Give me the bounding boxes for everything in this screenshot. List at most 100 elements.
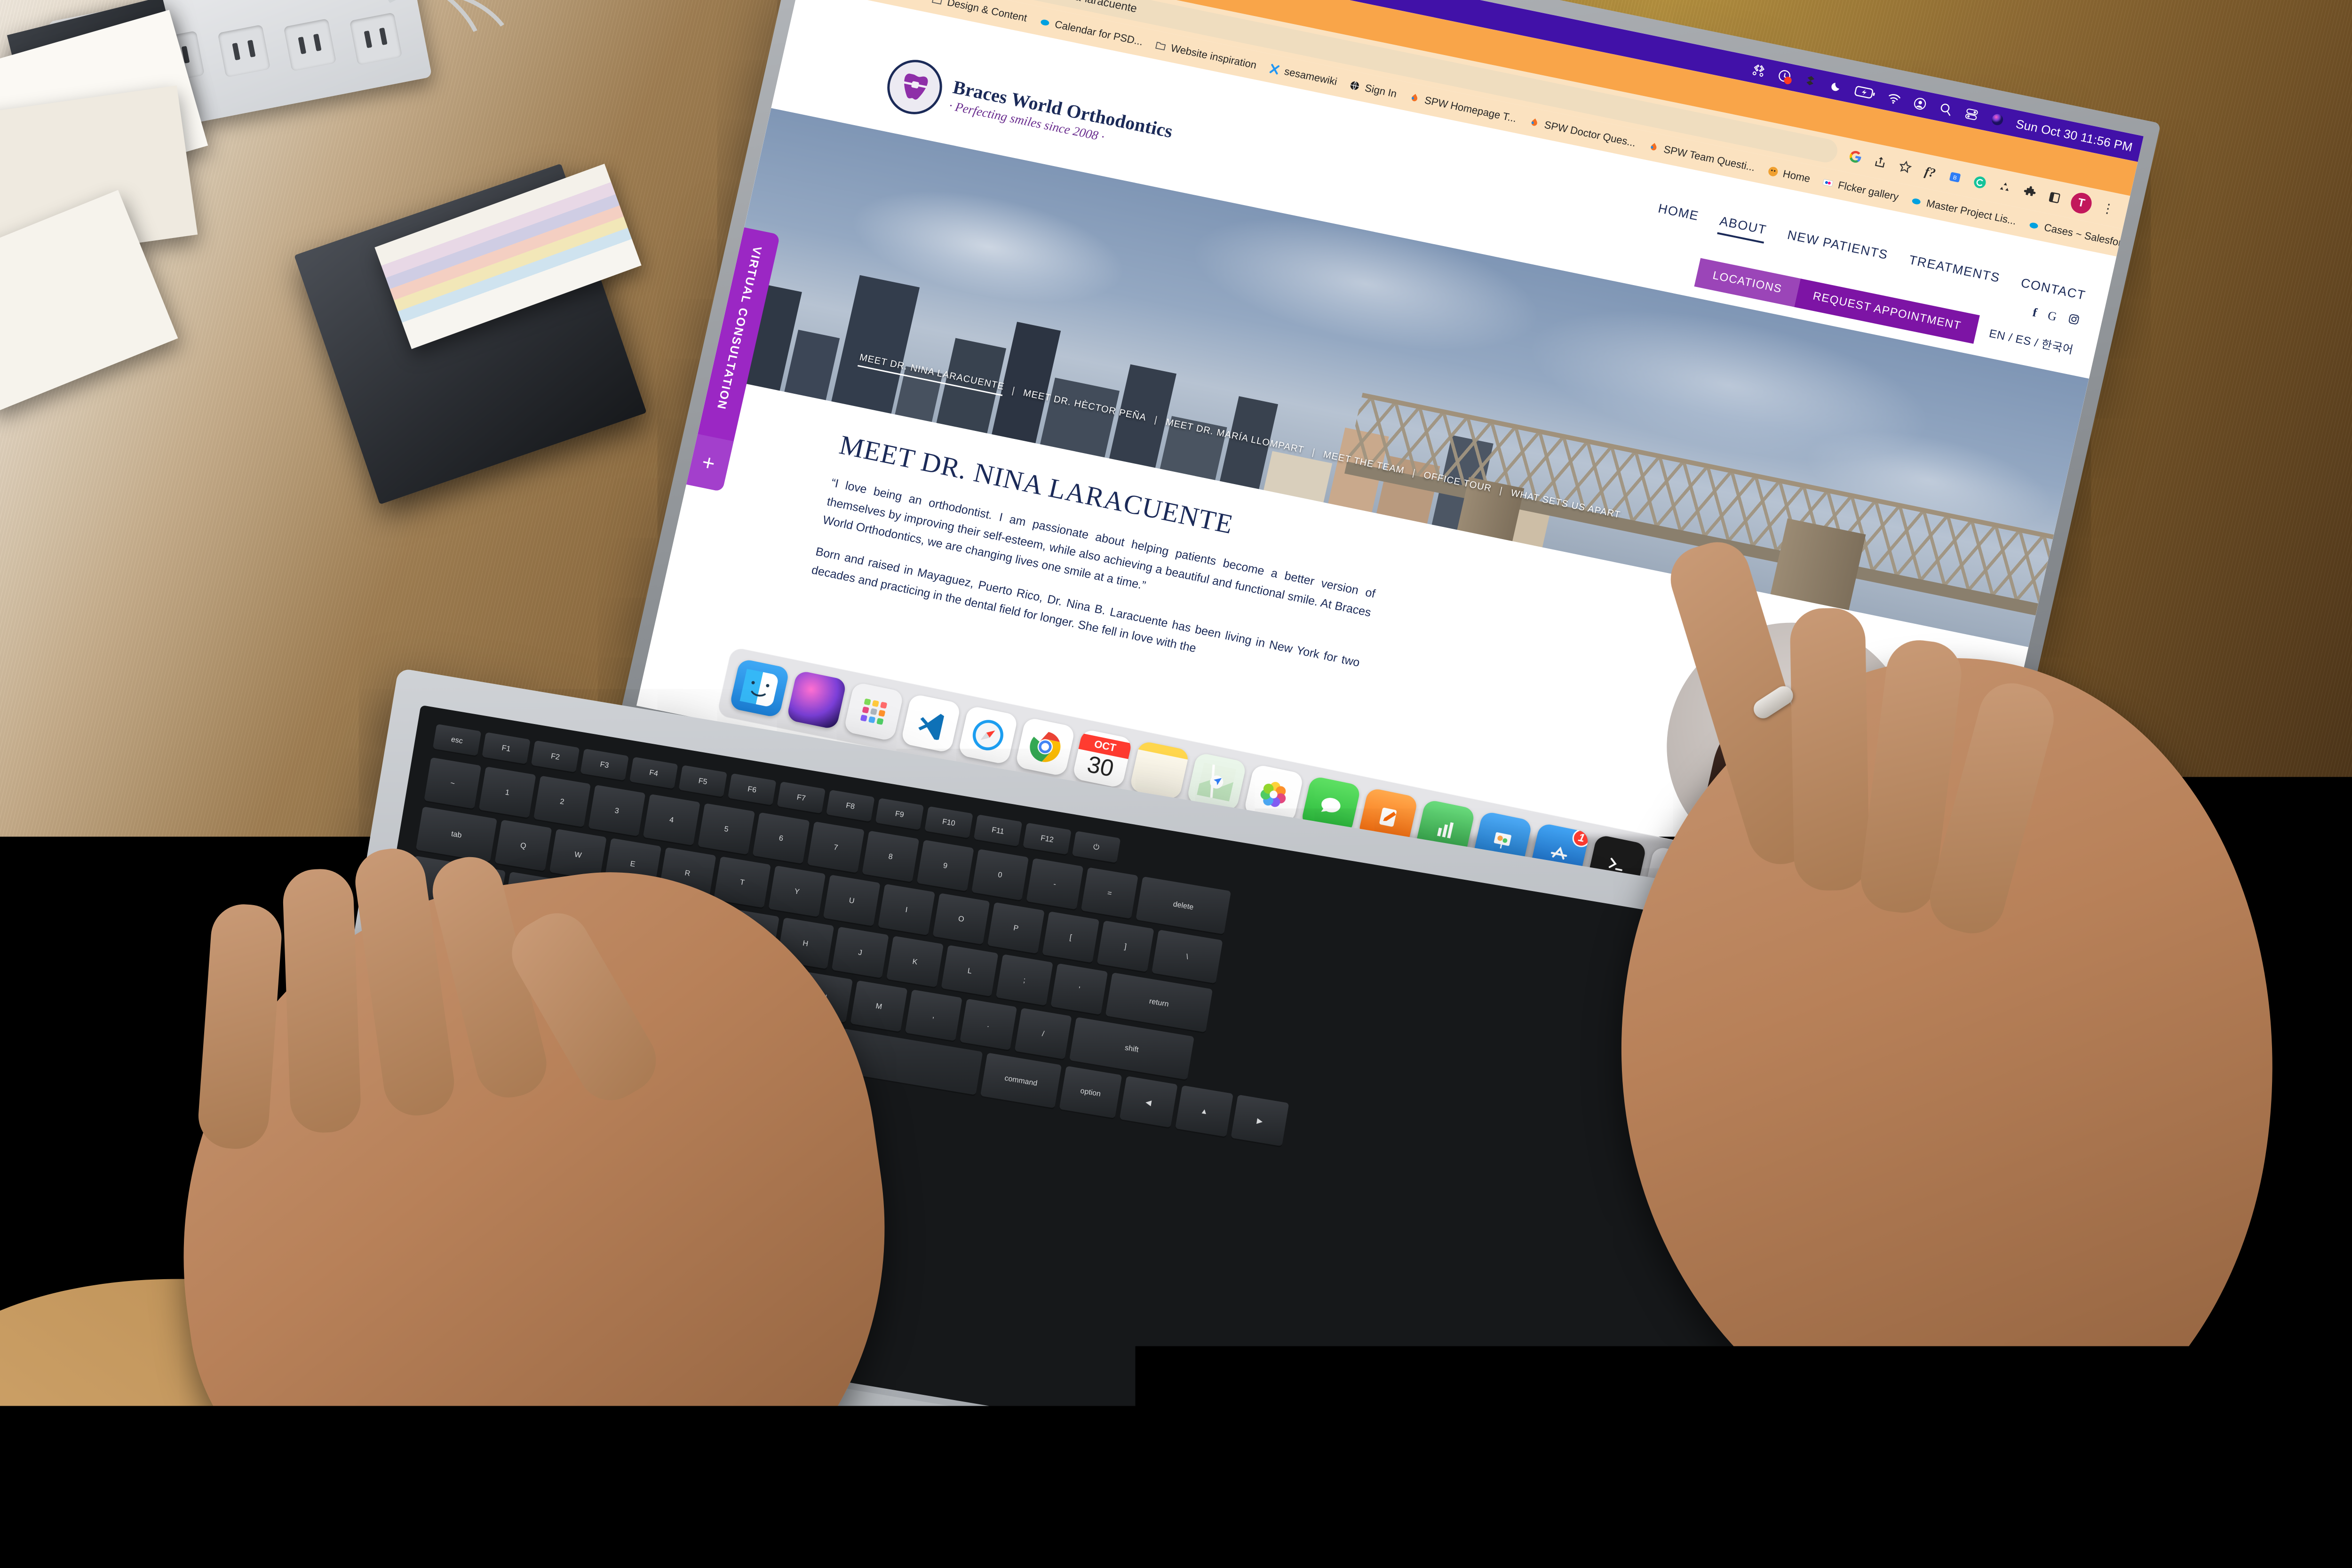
wifi-icon[interactable] bbox=[1885, 90, 1902, 107]
nav-item-new-patients[interactable]: NEW PATIENTS bbox=[1785, 228, 1890, 269]
user-account-icon[interactable] bbox=[1911, 96, 1928, 112]
flickr-icon bbox=[1821, 175, 1836, 190]
key-bracket-right[interactable]: ] bbox=[1097, 921, 1154, 974]
language-switcher[interactable]: EN / ES / 한국어 bbox=[1988, 324, 2075, 358]
key-y[interactable]: Y bbox=[768, 866, 826, 919]
bookmark-label: Flcker gallery bbox=[1837, 179, 1900, 203]
sidebar-icon[interactable] bbox=[2044, 188, 2065, 207]
profile-avatar[interactable]: T bbox=[2069, 191, 2094, 215]
google-lens-icon[interactable] bbox=[1845, 147, 1866, 167]
key-2[interactable]: 2 bbox=[533, 776, 591, 829]
puzzle-extensions-icon[interactable] bbox=[2019, 183, 2040, 202]
key-quote[interactable]: ' bbox=[1050, 963, 1108, 1017]
key-6[interactable]: 6 bbox=[752, 812, 810, 866]
key-q[interactable]: Q bbox=[494, 820, 552, 873]
launchpad-icon[interactable] bbox=[843, 682, 905, 741]
key-delete[interactable]: delete bbox=[1136, 876, 1231, 936]
battery-charging-icon[interactable] bbox=[1853, 83, 1877, 101]
key-u[interactable]: U bbox=[823, 875, 880, 928]
key-8[interactable]: 8 bbox=[862, 831, 919, 884]
nav-item-about[interactable]: ABOUT bbox=[1717, 214, 1768, 243]
key-arrow-right[interactable]: ▶ bbox=[1231, 1095, 1289, 1148]
key-tab[interactable]: tab bbox=[415, 806, 497, 863]
bookmark-star-icon[interactable] bbox=[1895, 157, 1915, 177]
key-arrow-left[interactable]: ◀ bbox=[1119, 1076, 1177, 1129]
key-f1[interactable]: F1 bbox=[482, 732, 531, 765]
key-arrow-updown[interactable]: ▲ bbox=[1175, 1085, 1233, 1138]
key-bracket-left[interactable]: [ bbox=[1042, 911, 1099, 964]
nav-item-treatments[interactable]: TREATMENTS bbox=[1906, 253, 2002, 292]
subnav-separator: | bbox=[1011, 385, 1016, 397]
key-f5[interactable]: F5 bbox=[678, 765, 727, 798]
three-dot-menu-icon[interactable]: ⋮ bbox=[2098, 199, 2118, 218]
bookmark-item[interactable]: Design & Content bbox=[930, 0, 1028, 24]
braces-tooth-logo-icon bbox=[882, 55, 947, 119]
nav-item-contact[interactable]: CONTACT bbox=[2018, 275, 2087, 309]
key-m[interactable]: M bbox=[850, 980, 907, 1034]
siri-icon[interactable] bbox=[786, 670, 847, 730]
facebook-icon[interactable]: f bbox=[2031, 305, 2038, 320]
key-f8[interactable]: F8 bbox=[826, 790, 875, 823]
bookmark-item[interactable]: Sign In bbox=[1348, 79, 1398, 100]
key-3[interactable]: 3 bbox=[588, 785, 645, 838]
key-backslash[interactable]: \ bbox=[1152, 930, 1223, 985]
key-7[interactable]: 7 bbox=[807, 821, 865, 875]
font-question-extension-icon[interactable]: f? bbox=[1920, 162, 1940, 182]
key-esc[interactable]: esc bbox=[432, 724, 481, 757]
key-command-right[interactable]: command bbox=[980, 1053, 1062, 1110]
key-f11[interactable]: F11 bbox=[973, 814, 1022, 848]
vscode-icon[interactable] bbox=[900, 693, 961, 753]
bookmark-item[interactable]: Home bbox=[1765, 164, 1811, 185]
instagram-icon[interactable] bbox=[2066, 312, 2082, 329]
key-minus[interactable]: - bbox=[1026, 858, 1083, 911]
key-f2[interactable]: F2 bbox=[531, 740, 580, 774]
key-5[interactable]: 5 bbox=[698, 803, 755, 856]
key-f12[interactable]: F12 bbox=[1023, 823, 1072, 856]
share-icon[interactable] bbox=[1870, 152, 1891, 172]
nav-item-home[interactable]: HOME bbox=[1655, 201, 1700, 230]
key-f10[interactable]: F10 bbox=[924, 806, 973, 840]
key-k[interactable]: K bbox=[886, 936, 944, 989]
key-o[interactable]: O bbox=[932, 893, 990, 946]
key-semicolon[interactable]: ; bbox=[995, 954, 1053, 1007]
power-button[interactable]: ⏻ bbox=[1072, 831, 1120, 864]
key-f7[interactable]: F7 bbox=[777, 781, 826, 815]
key-p[interactable]: P bbox=[987, 902, 1044, 955]
grammarly-doc-icon[interactable]: B bbox=[1945, 167, 1965, 187]
key-period[interactable]: . bbox=[960, 999, 1017, 1052]
key-f4[interactable]: F4 bbox=[629, 757, 678, 790]
key-9[interactable]: 9 bbox=[916, 840, 974, 893]
key-f6[interactable]: F6 bbox=[728, 773, 777, 807]
control-center-icon[interactable] bbox=[1963, 106, 1980, 122]
key-1[interactable]: 1 bbox=[478, 766, 536, 820]
locations-button[interactable]: LOCATIONS bbox=[1694, 258, 1801, 307]
recycle-extension-icon[interactable] bbox=[1994, 177, 2015, 197]
siri-icon[interactable] bbox=[1989, 111, 2006, 128]
spotlight-search-icon[interactable] bbox=[1937, 101, 1954, 117]
key-i[interactable]: I bbox=[878, 884, 935, 937]
key-option-right[interactable]: option bbox=[1059, 1066, 1122, 1120]
key-f3[interactable]: F3 bbox=[580, 748, 629, 782]
google-icon[interactable]: G bbox=[2046, 309, 2058, 324]
key-f9[interactable]: F9 bbox=[875, 798, 924, 831]
key-comma[interactable]: , bbox=[905, 989, 962, 1043]
chrome-icon[interactable] bbox=[1015, 717, 1076, 777]
bookmark-item[interactable]: Salesforce - Unlim... bbox=[810, 0, 921, 2]
do-not-disturb-moon-icon[interactable] bbox=[1828, 78, 1844, 95]
bookmark-item[interactable]: sesamewiki bbox=[1267, 62, 1338, 88]
finder-icon[interactable] bbox=[729, 658, 790, 718]
key-backtick[interactable]: ~ bbox=[424, 757, 481, 811]
key-0[interactable]: 0 bbox=[971, 849, 1029, 902]
grammarly-icon[interactable] bbox=[1970, 172, 1990, 192]
calendar-icon[interactable]: OCT 30 bbox=[1072, 729, 1133, 788]
key-equals[interactable]: = bbox=[1081, 868, 1138, 921]
key-4[interactable]: 4 bbox=[643, 794, 700, 847]
key-l[interactable]: L bbox=[941, 945, 998, 998]
dropbox-icon[interactable] bbox=[1802, 73, 1819, 89]
key-slash[interactable]: / bbox=[1014, 1008, 1072, 1061]
safari-icon[interactable] bbox=[958, 705, 1019, 765]
social-links: f G bbox=[2031, 305, 2082, 330]
notification-bell-icon[interactable] bbox=[1776, 68, 1793, 84]
scissors-icon[interactable] bbox=[1750, 62, 1767, 79]
key-j[interactable]: J bbox=[831, 927, 889, 980]
